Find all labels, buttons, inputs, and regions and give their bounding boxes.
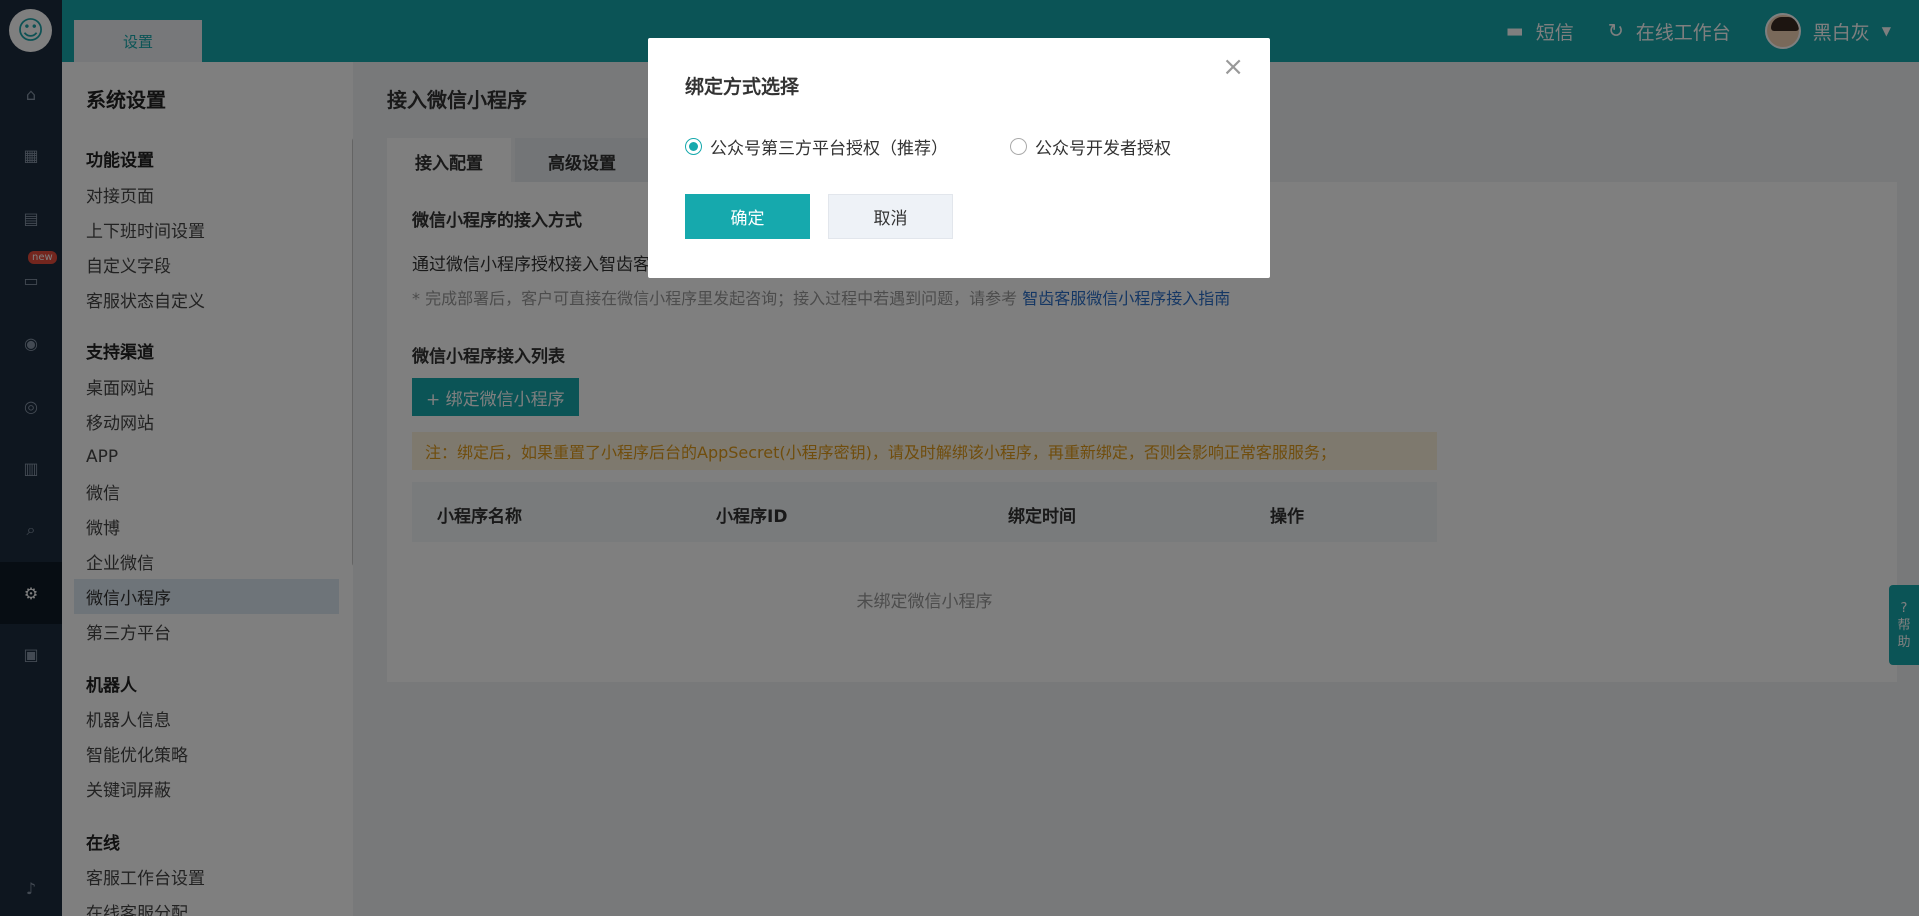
radio-third-party[interactable]: 公众号第三方平台授权（推荐） — [685, 134, 948, 159]
radio-unchecked-icon — [1010, 138, 1027, 155]
bind-method-dialog: × 绑定方式选择 公众号第三方平台授权（推荐） 公众号开发者授权 确定 取消 — [648, 38, 1270, 278]
dialog-title: 绑定方式选择 — [685, 76, 800, 98]
cancel-button[interactable]: 取消 — [828, 194, 953, 239]
radio-developer[interactable]: 公众号开发者授权 — [1010, 134, 1171, 159]
radio-checked-icon — [685, 138, 702, 155]
close-icon[interactable]: × — [1222, 52, 1244, 82]
confirm-button[interactable]: 确定 — [685, 194, 810, 239]
